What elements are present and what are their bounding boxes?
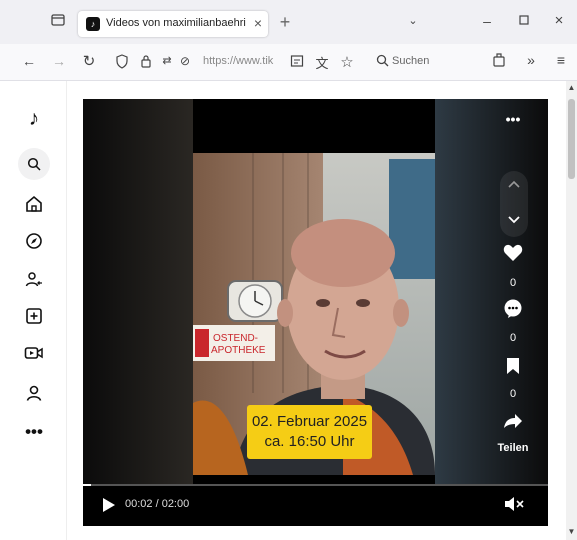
time-display: 00:02 / 02:00: [125, 498, 190, 510]
search-icon[interactable]: [18, 148, 50, 180]
tiktok-sidebar: ♪ •••: [0, 81, 67, 540]
active-tab[interactable]: ♪ Videos von maximilianbaehring ×: [78, 11, 268, 37]
new-tab-icon[interactable]: +: [276, 12, 294, 33]
like-count: 0: [509, 277, 517, 289]
tab-list-chevron-down-icon[interactable]: ⌄: [404, 14, 422, 27]
page-scrollbar[interactable]: ▲ ▼: [566, 81, 577, 540]
maximize-icon[interactable]: [515, 13, 533, 29]
share-label[interactable]: Teilen: [493, 442, 533, 454]
scrollbar-thumb[interactable]: [568, 99, 575, 179]
scroll-up-arrow-icon[interactable]: ▲: [567, 83, 576, 92]
tab-strip: ♪ Videos von maximilianbaehring × + ⌄ – …: [0, 0, 577, 44]
blur-left: [83, 99, 193, 484]
upload-icon[interactable]: [22, 307, 46, 329]
caption-time: ca. 16:50 Uhr: [264, 433, 355, 450]
translate-icon[interactable]: 文: [313, 53, 331, 72]
shield-icon[interactable]: [114, 54, 130, 72]
live-icon[interactable]: [22, 344, 46, 366]
following-icon[interactable]: [22, 270, 46, 292]
search-placeholder: Suchen: [392, 55, 430, 67]
search-field[interactable]: Suchen: [368, 50, 498, 74]
comment-bubble-icon[interactable]: [501, 299, 525, 322]
sign-text-line1: OSTEND-: [213, 333, 258, 344]
more-ellipsis-icon[interactable]: •••: [22, 421, 46, 443]
caption-date: 02. Februar 2025: [251, 413, 368, 430]
sign-text-line2: APOTHEKE: [211, 345, 266, 356]
save-count: 0: [509, 388, 517, 400]
date-caption: 02. Februar 2025 ca. 16:50 Uhr: [247, 405, 372, 459]
progress-bar[interactable]: [83, 484, 548, 486]
video-player[interactable]: OSTEND- APOTHEKE 02. Februar 2025 ca. 16…: [83, 99, 548, 526]
tab-overview-icon[interactable]: [48, 12, 68, 31]
lock-icon[interactable]: [138, 54, 154, 72]
bookmark-star-icon[interactable]: ☆: [338, 53, 356, 71]
navigation-toolbar: ← → ↻ ⇄ ⊘ https://www.tik 文 ☆ Suchen » ≡: [0, 44, 577, 81]
search-icon: [374, 54, 390, 70]
url-bar[interactable]: ⇄ ⊘ https://www.tik 文 ☆: [108, 50, 364, 74]
explore-compass-icon[interactable]: [22, 232, 46, 254]
close-tab-icon[interactable]: ×: [254, 15, 262, 31]
home-icon[interactable]: [22, 195, 46, 217]
tiktok-favicon-icon: ♪: [86, 17, 100, 31]
tracking-blocked-icon[interactable]: ⊘: [176, 54, 194, 68]
reader-view-icon[interactable]: [288, 54, 306, 71]
tab-title: Videos von maximilianbaehring: [106, 17, 246, 29]
mute-speaker-icon[interactable]: [503, 496, 525, 515]
comment-count: 0: [509, 332, 517, 344]
next-video-chevron-down-icon[interactable]: [504, 211, 524, 227]
scroll-down-arrow-icon[interactable]: ▼: [567, 527, 576, 536]
reload-icon[interactable]: ↻: [80, 52, 98, 70]
bookmark-icon[interactable]: [501, 357, 525, 378]
overflow-chevron-icon[interactable]: »: [522, 52, 540, 68]
minimize-icon[interactable]: –: [478, 13, 496, 29]
blur-right: [435, 99, 548, 484]
share-arrow-icon[interactable]: [501, 413, 525, 432]
url-text[interactable]: https://www.tik: [203, 55, 283, 67]
tiktok-logo-icon[interactable]: ♪: [22, 108, 46, 130]
like-heart-icon[interactable]: [501, 244, 525, 265]
extension-icon[interactable]: [490, 52, 508, 71]
playback-controls: 00:02 / 02:00: [83, 484, 548, 526]
app-menu-icon[interactable]: ≡: [552, 52, 570, 68]
forward-arrow-icon[interactable]: →: [50, 53, 68, 69]
previous-video-chevron-up-icon[interactable]: [504, 175, 524, 191]
close-window-icon[interactable]: ×: [550, 12, 568, 29]
more-options-icon[interactable]: •••: [501, 111, 525, 127]
permissions-icon[interactable]: ⇄: [158, 54, 176, 67]
play-icon[interactable]: [101, 497, 117, 516]
back-arrow-icon[interactable]: ←: [20, 53, 38, 69]
profile-icon[interactable]: [22, 384, 46, 406]
